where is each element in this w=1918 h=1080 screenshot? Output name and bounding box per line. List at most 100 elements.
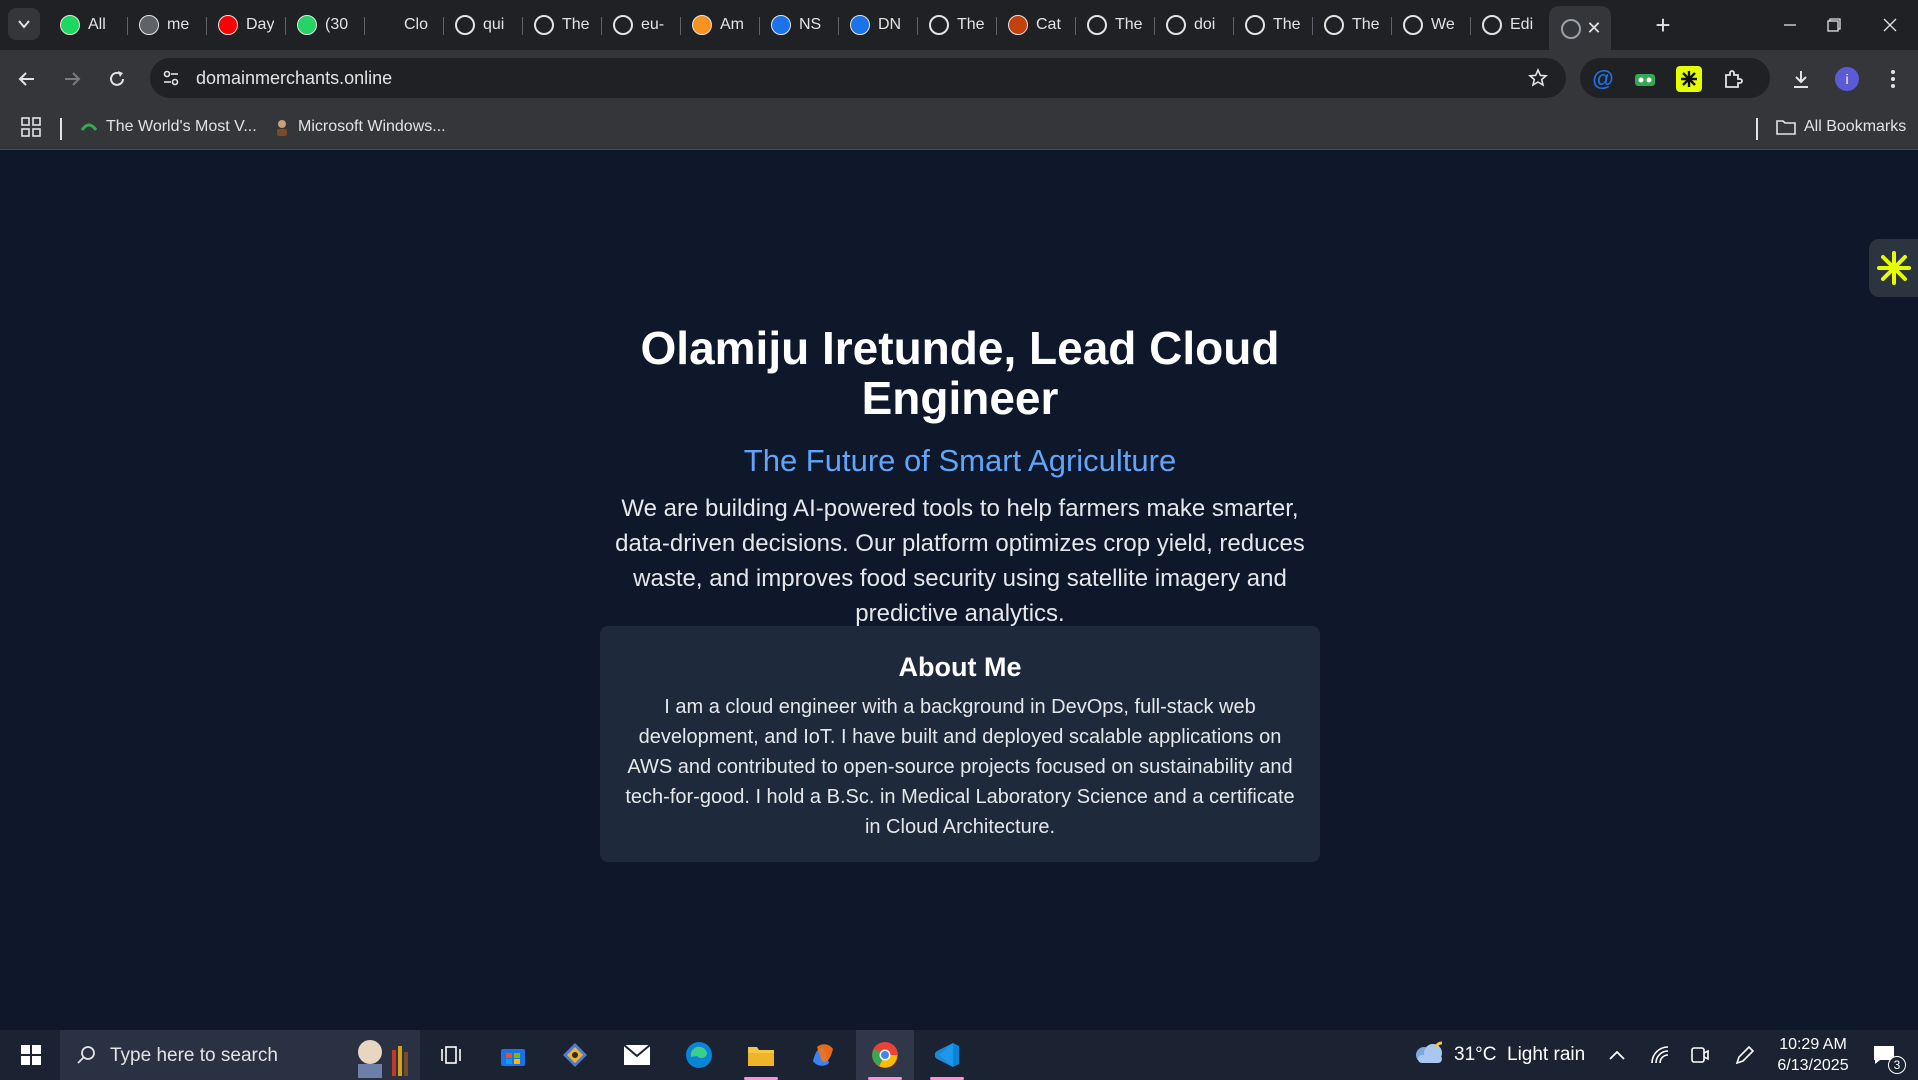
address-bar[interactable]: domainmerchants.online (150, 58, 1566, 98)
tab-title: Cat (1036, 16, 1061, 33)
browser-tab[interactable]: The (1233, 6, 1312, 44)
search-highlight-illustration-icon (358, 1040, 408, 1078)
about-card: About Me I am a cloud engineer with a ba… (600, 626, 1320, 862)
browser-tab[interactable]: doi (1154, 6, 1233, 44)
pen-icon[interactable] (1734, 1030, 1756, 1080)
openai-icon (1403, 15, 1423, 35)
mail-icon[interactable] (608, 1030, 666, 1080)
weather-widget[interactable]: 31°C Light rain (1412, 1030, 1585, 1080)
url-text[interactable]: domainmerchants.online (196, 68, 392, 89)
page-description: We are building AI-powered tools to help… (615, 495, 1305, 627)
meet-now-icon[interactable] (1690, 1030, 1710, 1080)
tab-list: All me Day (30 Clo qui The eu- Am NS DN The Cat The do… (48, 4, 1611, 52)
about-text: I am a cloud engineer with a background … (625, 696, 1295, 838)
bookmarks-divider (1756, 118, 1758, 140)
side-panel-widget[interactable] (1869, 239, 1918, 297)
tab-manager-extension-icon[interactable] (1632, 66, 1658, 92)
tab-strip: All me Day (30 Clo qui The eu- Am NS DN The Cat The do… (0, 0, 1918, 52)
tab-title: NS (799, 16, 822, 33)
spark-extension-icon[interactable] (1676, 66, 1702, 92)
browser-tab[interactable]: Edi (1470, 6, 1549, 44)
all-bookmarks-button[interactable]: All Bookmarks (1776, 118, 1906, 136)
bookmark-item-0[interactable]: The World's Most V... (80, 118, 257, 136)
forward-button[interactable] (57, 64, 87, 94)
browser-tab[interactable]: Clo (364, 6, 443, 44)
tab-title: qui (483, 16, 505, 33)
browser-tab[interactable]: me (127, 6, 206, 44)
start-button[interactable] (2, 1030, 60, 1080)
tab-title: The (1115, 16, 1143, 33)
person-favicon-icon (277, 120, 287, 136)
close-window-button[interactable] (1862, 0, 1918, 50)
copilot-icon[interactable] (794, 1030, 852, 1080)
reload-button[interactable] (102, 64, 132, 94)
microsoft-store-icon[interactable] (484, 1030, 542, 1080)
tab-title: The (562, 16, 590, 33)
file-explorer-icon[interactable] (732, 1030, 790, 1080)
about-heading: About Me (898, 652, 1022, 682)
browser-tab[interactable]: The (1312, 6, 1391, 44)
browser-tab[interactable]: All (48, 6, 127, 44)
browser-tab[interactable]: NS (759, 6, 838, 44)
profile-avatar[interactable]: i (1832, 64, 1862, 94)
search-icon (77, 1046, 95, 1064)
bookmark-star-icon[interactable] (1526, 66, 1550, 90)
page-subtitle: The Future of Smart Agriculture (743, 443, 1177, 478)
puzzle-extensions-icon[interactable] (1720, 66, 1746, 92)
edge-browser-icon[interactable] (670, 1030, 728, 1080)
tab-title: Clo (404, 16, 429, 33)
arrow-left-icon (18, 72, 34, 86)
download-icon[interactable] (1786, 64, 1816, 94)
page-title: Olamiju Iretunde, Lead Cloud Engineer (640, 322, 1280, 424)
network-icon[interactable] (1650, 1030, 1670, 1080)
vscode-icon[interactable] (918, 1030, 976, 1080)
arrow-right-icon (65, 72, 81, 86)
git-app-icon[interactable] (546, 1030, 604, 1080)
reload-icon (110, 71, 124, 86)
taskbar-search[interactable]: Type here to search (60, 1030, 420, 1080)
bookmark-item-1[interactable]: Microsoft Windows... (274, 118, 446, 136)
restore-button[interactable] (1806, 0, 1862, 50)
new-tab-button[interactable]: + (1648, 10, 1678, 40)
browser-tab[interactable]: Am (680, 6, 759, 44)
menu-kebab-icon[interactable] (1878, 64, 1908, 94)
whatsapp-icon (297, 15, 317, 35)
task-view-icon[interactable] (422, 1030, 480, 1080)
clock[interactable]: 10:29 AM 6/13/2025 (1774, 1030, 1852, 1080)
extensions-group: @ (1580, 58, 1770, 98)
browser-tab[interactable]: The (1075, 6, 1154, 44)
browser-tab[interactable]: We (1391, 6, 1470, 44)
apps-grid-icon[interactable] (20, 116, 42, 138)
tab-title: We (1431, 16, 1455, 33)
show-hidden-icons-icon[interactable] (1608, 1030, 1626, 1080)
browser-tab[interactable]: The (917, 6, 996, 44)
windows-logo-icon (21, 1045, 41, 1065)
bookmarks-divider (60, 118, 62, 140)
tab-search-button[interactable] (8, 8, 40, 40)
folder-icon (1776, 120, 1796, 135)
browser-tab-active[interactable]: ✕ (1549, 6, 1611, 52)
bookmark-label: The World's Most V... (106, 118, 257, 135)
tab-title: doi (1194, 16, 1216, 33)
browser-tab[interactable]: eu- (601, 6, 680, 44)
browser-tab[interactable]: The (522, 6, 601, 44)
openai-icon (455, 15, 475, 35)
browser-tab[interactable]: (30 (285, 6, 364, 44)
close-tab-icon[interactable]: ✕ (1585, 18, 1603, 38)
globe-icon (613, 15, 633, 35)
globe-icon (929, 15, 949, 35)
browser-tab[interactable]: qui (443, 6, 522, 44)
browser-tab[interactable]: Cat (996, 6, 1075, 44)
tab-title: Am (720, 16, 744, 33)
browser-tab[interactable]: Day (206, 6, 285, 44)
back-button[interactable] (12, 64, 42, 94)
blank-icon (376, 15, 396, 35)
at-sign-extension-icon[interactable]: @ (1590, 66, 1616, 92)
chrome-taskbar-icon[interactable] (856, 1030, 914, 1080)
notification-center-button[interactable]: 3 (1864, 1030, 1906, 1080)
browser-tab[interactable]: DN (838, 6, 917, 44)
site-info-icon[interactable] (160, 67, 182, 89)
shield-icon (850, 15, 870, 35)
chevron-down-icon (18, 20, 30, 29)
restore-icon (1827, 18, 1841, 32)
